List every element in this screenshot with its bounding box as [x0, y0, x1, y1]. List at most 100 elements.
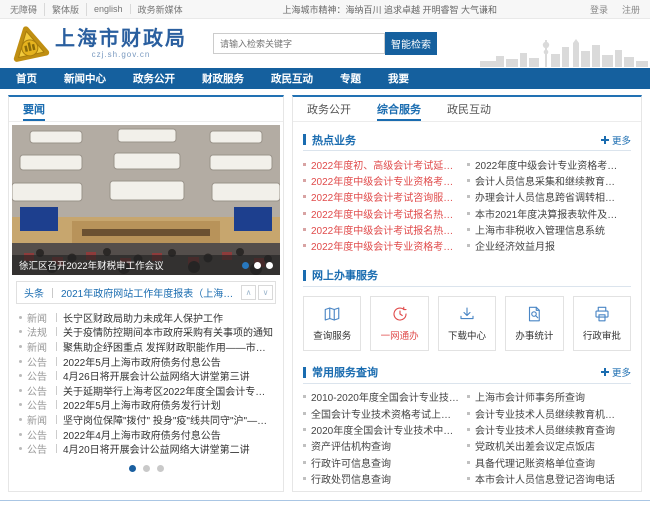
- news-pager: [9, 456, 283, 482]
- hot-business-more-link[interactable]: 更多: [600, 133, 631, 147]
- hot-business-title: 热点业务: [312, 134, 356, 147]
- city-skyline-graphic: [480, 39, 648, 67]
- doc-search-icon: [529, 306, 541, 322]
- common-links-right: 上海市会计师事务所查询 会计专业技术人员继续教育机构名单 会计专业技术人员继续教…: [467, 389, 631, 487]
- service-statistics[interactable]: 办事统计: [505, 295, 564, 351]
- common-link[interactable]: 本市会计人员信息登记咨询电话: [467, 470, 623, 486]
- hot-link[interactable]: 2022年度中级会计考试报名热点问答（一）: [303, 205, 459, 221]
- service-query[interactable]: 查询服务: [303, 295, 362, 351]
- carousel-photo: [12, 125, 280, 275]
- pager-dot-3[interactable]: [156, 464, 164, 472]
- search-input[interactable]: [213, 33, 385, 54]
- common-link[interactable]: 会计专业技术人员继续教育查询: [467, 421, 623, 437]
- common-link[interactable]: 行政许可信息查询: [303, 454, 459, 470]
- pager-dot-1[interactable]: [128, 464, 136, 472]
- hot-link[interactable]: 2022年度初、高级会计考试延期公告: [303, 156, 459, 172]
- plus-icon: [600, 135, 609, 144]
- common-link[interactable]: 全国会计专业技术资格考试上海考区初级资格证书领…: [303, 405, 459, 421]
- common-link[interactable]: 行政处罚信息查询: [303, 470, 459, 486]
- nav-home[interactable]: 首页: [16, 71, 37, 86]
- footer-divider: [0, 499, 650, 506]
- common-link[interactable]: 具备代理记账资格单位查询: [467, 454, 623, 470]
- hot-business-section: 热点业务 更多 2022年度初、高级会计考试延期公告 2022年度中级会计专业资…: [293, 129, 641, 258]
- register-link[interactable]: 注册: [622, 3, 640, 16]
- site-title: 上海市财政局: [55, 28, 187, 50]
- hot-links-left: 2022年度初、高级会计考试延期公告 2022年度中级会计专业资格考试报名 20…: [303, 156, 467, 254]
- news-item[interactable]: 新闻坚守岗位保障"拨付" 投身"疫"线共同守"沪"——收付中心党支部…: [19, 412, 273, 427]
- headline-title[interactable]: 2021年政府网站工作年度报表（上海市财政…: [61, 285, 239, 300]
- service-admin-approval[interactable]: 行政审批: [572, 295, 632, 351]
- headline-next-icon[interactable]: ∨: [258, 285, 273, 300]
- search-button[interactable]: 智能检索: [385, 32, 437, 55]
- pager-dot-2[interactable]: [142, 464, 150, 472]
- carousel-dot-2[interactable]: [254, 261, 261, 269]
- nav-public-interaction[interactable]: 政民互动: [271, 71, 313, 86]
- online-services-title: 网上办事服务: [312, 270, 378, 283]
- headline-bar: 头条 2021年政府网站工作年度报表（上海市财政… ∧ ∨: [16, 281, 276, 304]
- hot-link[interactable]: 上海市非税收入管理信息系统: [467, 221, 623, 237]
- carousel-dots: [242, 261, 273, 269]
- common-link[interactable]: 会计专业技术人员继续教育机构名单: [467, 405, 623, 421]
- news-item[interactable]: 公告 2022年4月上海市政府债务付息公告: [19, 427, 273, 442]
- hot-link[interactable]: 2022年度中级会计考试报名热点问答（二）: [303, 221, 459, 237]
- carousel-dot-1[interactable]: [242, 261, 249, 269]
- carousel-dot-3[interactable]: [266, 261, 273, 269]
- nav-finance-services[interactable]: 财政服务: [202, 71, 244, 86]
- common-queries-more-link[interactable]: 更多: [600, 365, 631, 379]
- news-item[interactable]: 新闻聚焦助企纾困重点 发挥财政职能作用——市财政局全力落实"抗…: [19, 339, 273, 354]
- news-item[interactable]: 法规 关于疫情防控期间本市政府采购有关事项的通知: [19, 325, 273, 339]
- gov-media-link[interactable]: 政务新媒体: [131, 3, 190, 16]
- service-download-center[interactable]: 下载中心: [437, 295, 497, 351]
- tab-comprehensive-services[interactable]: 综合服务: [377, 97, 421, 121]
- carousel-caption[interactable]: 徐汇区召开2022年财税审工作会议: [19, 258, 242, 272]
- common-link[interactable]: 资产评估机构查询: [303, 438, 459, 454]
- hot-link[interactable]: 企业经济效益月报: [467, 237, 623, 253]
- common-link[interactable]: 2010-2020年度全国会计专业技术中级资格考试上海…: [303, 389, 459, 405]
- news-item[interactable]: 公告 2022年5月上海市政府债务发行计划: [19, 398, 273, 412]
- hot-link[interactable]: 2022年度中级会计专业资格考试报名问题解答: [467, 156, 623, 172]
- service-one-stop[interactable]: 一网通办: [370, 295, 429, 351]
- nav-gov-disclosure[interactable]: 政务公开: [133, 71, 175, 86]
- clock-icon: [393, 306, 407, 321]
- tab-important-news[interactable]: 要闻: [23, 97, 45, 121]
- traditional-chinese-link[interactable]: 繁体版: [45, 2, 88, 16]
- news-item[interactable]: 公告 4月26日将开展会计公益网络大讲堂第三讲: [19, 368, 273, 383]
- news-item[interactable]: 公告 2022年5月上海市政府债务付息公告: [19, 354, 273, 369]
- printer-icon: [595, 306, 609, 322]
- common-link[interactable]: 2020年度全国会计专业技术中级资格考试上海考区合…: [303, 421, 459, 437]
- common-link[interactable]: 上海市会计师事务所查询: [467, 389, 623, 405]
- nav-topics[interactable]: 专题: [340, 71, 361, 86]
- plus-icon: [600, 368, 609, 377]
- english-link[interactable]: english: [87, 4, 131, 14]
- common-links-left: 2010-2020年度全国会计专业技术中级资格考试上海… 全国会计专业技术资格考…: [303, 389, 467, 487]
- download-icon: [460, 307, 474, 319]
- utility-links: 无障碍 繁体版 english 政务新媒体: [10, 2, 190, 16]
- headline-prev-icon[interactable]: ∧: [241, 285, 256, 300]
- hot-link[interactable]: 办理会计人员信息跨省调转相关问题的通知: [467, 189, 623, 205]
- login-link[interactable]: 登录: [590, 3, 608, 16]
- accessibility-link[interactable]: 无障碍: [10, 2, 46, 16]
- common-queries-title: 常用服务查询: [312, 367, 378, 380]
- hot-links-right: 2022年度中级会计专业资格考试报名问题解答 会计人员信息采集和继续教育热点问题…: [467, 156, 631, 254]
- news-item[interactable]: 公告关于延期举行上海考区2022年度全国会计专业技术初、高级资…: [19, 383, 273, 398]
- search-bar: 智能检索: [213, 32, 437, 55]
- headline-label: 头条: [24, 289, 44, 300]
- tab-gov-disclosure[interactable]: 政务公开: [307, 97, 351, 121]
- news-item[interactable]: 公告 4月20日将开展会计公益网络大讲堂第二讲: [19, 441, 273, 456]
- main-nav: 首页 新闻中心 政务公开 财政服务 政民互动 专题 我要: [0, 68, 650, 89]
- hot-link[interactable]: 会计人员信息采集和继续教育热点问题问答: [467, 172, 623, 188]
- nav-i-want[interactable]: 我要: [388, 71, 409, 86]
- hot-link[interactable]: 2022年度中级会计专业资格考试报名通知: [303, 237, 459, 253]
- nav-news-center[interactable]: 新闻中心: [64, 71, 106, 86]
- utility-bar: 无障碍 繁体版 english 政务新媒体 上海城市精神：海纳百川 追求卓越 开…: [0, 0, 650, 19]
- hot-link[interactable]: 本市2021年度决算报表软件及参数下载: [467, 205, 623, 221]
- news-carousel[interactable]: 徐汇区召开2022年财税审工作会议: [12, 125, 280, 275]
- site-header: 上海市财政局 czj.sh.gov.cn 智能检索: [0, 19, 650, 68]
- common-link[interactable]: 党政机关出差会议定点饭店: [467, 438, 623, 454]
- hot-link[interactable]: 2022年度中级会计专业资格考试报名: [303, 172, 459, 188]
- tab-public-interaction[interactable]: 政民互动: [447, 97, 491, 121]
- bureau-logo-icon: [13, 25, 50, 62]
- news-item[interactable]: 新闻 长宁区财政局助力未成年人保护工作: [19, 310, 273, 325]
- news-list: 新闻 长宁区财政局助力未成年人保护工作 法规 关于疫情防控期间本市政府采购有关事项的…: [9, 306, 283, 456]
- hot-link[interactable]: 2022年度中级会计考试咨询服务点及电话: [303, 189, 459, 205]
